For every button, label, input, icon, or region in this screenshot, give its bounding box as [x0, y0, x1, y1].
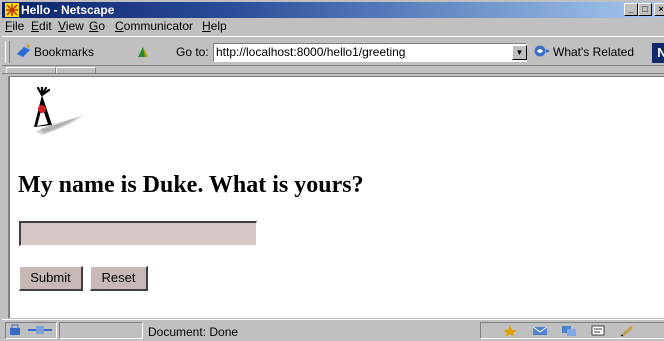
bookmarks-button[interactable]: Bookmarks	[16, 44, 94, 60]
reset-button[interactable]: Reset	[90, 266, 148, 291]
menu-bar: File Edit View Go Communicator Help	[2, 18, 664, 35]
title-bar: Hello - Netscape _ □ ×	[2, 2, 664, 18]
toolbar-grip[interactable]	[5, 41, 10, 63]
menu-help[interactable]: Help	[202, 19, 227, 34]
toolbar-collapse-strip	[2, 66, 664, 74]
whats-related-label: What's Related	[553, 45, 634, 59]
status-bar: Document: Done	[2, 319, 664, 341]
security-cell	[5, 322, 57, 339]
bookmarks-label: Bookmarks	[34, 45, 95, 59]
bookmarks-icon	[17, 44, 30, 57]
close-button[interactable]: ×	[654, 3, 664, 16]
goto-label: Go to:	[176, 45, 209, 59]
menu-edit[interactable]: Edit	[31, 19, 52, 34]
browser-window: Hello - Netscape _ □ × File Edit View Go…	[0, 0, 664, 341]
menu-go[interactable]: Go	[89, 19, 105, 34]
netscape-app-icon	[5, 3, 19, 17]
menu-file[interactable]: File	[5, 19, 24, 34]
page-content: My name is Duke. What is yours? Submit R…	[8, 76, 664, 318]
status-text: Document: Done	[148, 325, 239, 339]
menu-communicator[interactable]: Communicator	[115, 19, 193, 34]
whats-related-button[interactable]: What's Related	[533, 44, 634, 60]
submit-button[interactable]: Submit	[19, 266, 83, 291]
security-icon[interactable]	[9, 324, 23, 337]
location-icon[interactable]	[135, 45, 151, 59]
pencil-icon[interactable]	[619, 324, 635, 337]
menu-view[interactable]: View	[58, 19, 84, 34]
duke-mascot-image	[34, 87, 84, 135]
progress-cell	[59, 322, 143, 339]
page-heading: My name is Duke. What is yours?	[18, 172, 364, 198]
minimize-button[interactable]: _	[624, 3, 638, 16]
url-input[interactable]: http://localhost:8000/hello1/greeting	[213, 43, 527, 62]
discussion-groups-icon[interactable]	[561, 324, 577, 337]
collapse-tab-1[interactable]	[6, 67, 56, 73]
menu-file-rest: ile	[12, 19, 25, 33]
name-input[interactable]	[19, 221, 257, 246]
connection-icon	[28, 326, 52, 334]
navigator-icon[interactable]	[502, 324, 518, 337]
mail-icon[interactable]	[532, 324, 548, 337]
whats-related-icon	[534, 45, 550, 57]
url-dropdown-button[interactable]: ▼	[512, 45, 527, 60]
window-title: Hello - Netscape	[21, 3, 115, 17]
maximize-button[interactable]: □	[638, 3, 652, 16]
location-toolbar: Bookmarks Go to: http://localhost:8000/h…	[2, 36, 664, 66]
collapse-tab-2[interactable]	[56, 67, 96, 73]
composer-icon[interactable]	[590, 324, 606, 337]
netscape-logo[interactable]: N	[652, 43, 664, 63]
